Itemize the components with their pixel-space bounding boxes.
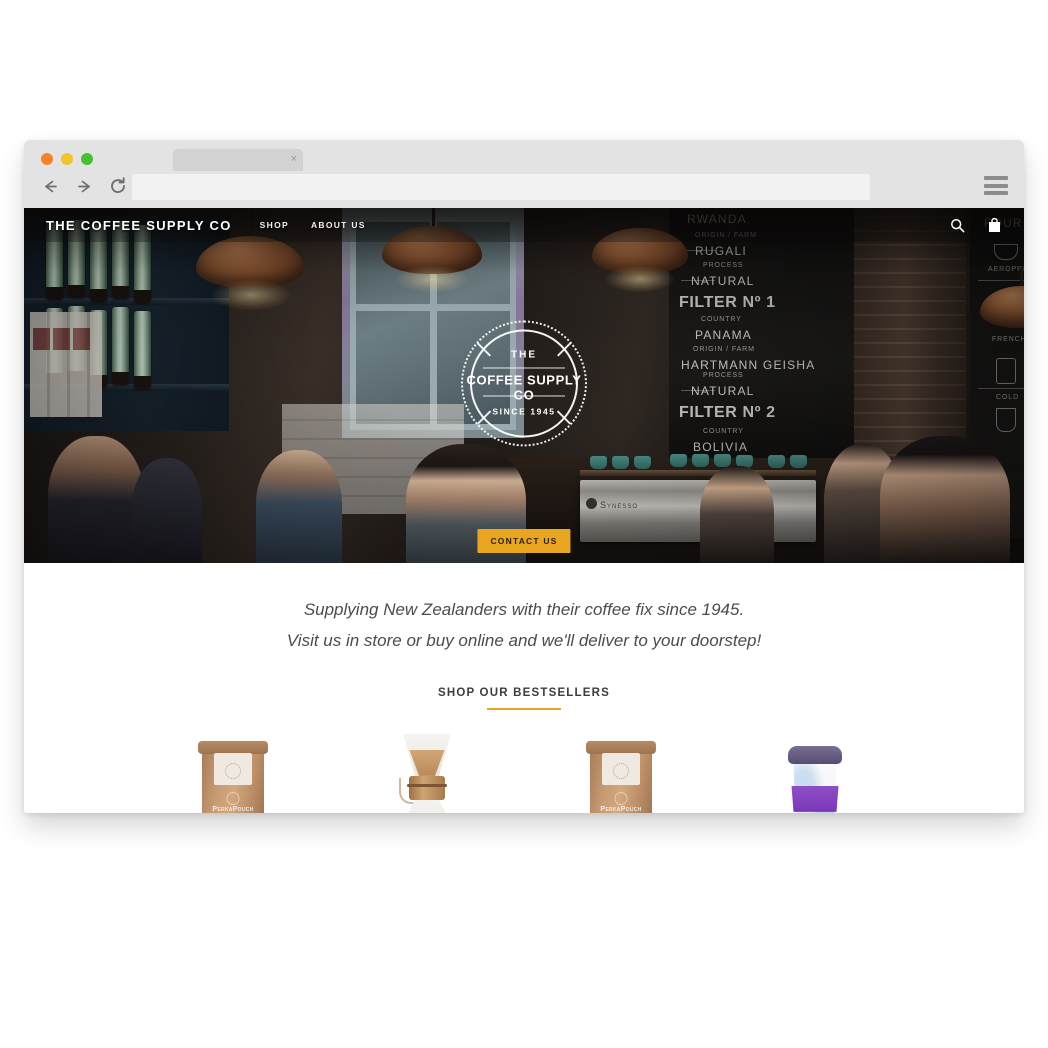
- product-card-chemex-brewer[interactable]: [352, 732, 502, 813]
- badge-since-text: SINCE 1945: [492, 405, 556, 416]
- tab-strip: ×: [173, 149, 303, 171]
- chemex-brewer-image: [395, 733, 459, 813]
- site-header: THE COFFEE SUPPLY CO SHOP ABOUT US: [24, 208, 1024, 242]
- bestsellers-heading: SHOP OUR BESTSELLERS: [437, 686, 611, 699]
- tab-close-icon[interactable]: ×: [291, 152, 297, 166]
- forward-arrow-icon[interactable]: [74, 176, 94, 196]
- tagline-line-2: Visit us in store or buy online and we'l…: [286, 630, 762, 650]
- window-traffic-lights: [41, 153, 93, 165]
- pouch-brand-label: PerkaPouch: [600, 805, 642, 813]
- badge-brand-name: COFFEE SUPPLY CO: [466, 371, 582, 402]
- address-bar[interactable]: [131, 173, 871, 201]
- browser-nav-controls: [40, 176, 128, 196]
- address-bar-input[interactable]: [132, 174, 870, 200]
- content-section: Supplying New Zealanders with their coff…: [24, 563, 1024, 813]
- page-viewport: RWANDA ORIGIN / FARM RUGALI PROCESS NATU…: [24, 208, 1024, 813]
- product-card-reusable-keep-cup[interactable]: [740, 732, 890, 813]
- maximize-window-button[interactable]: [81, 153, 93, 165]
- coffee-pouch-image: PerkaPouch: [586, 740, 656, 813]
- product-card-coffee-pouch-2[interactable]: PerkaPouch: [546, 732, 696, 813]
- reusable-keep-cup-image: [786, 745, 844, 813]
- product-card-coffee-pouch-1[interactable]: PerkaPouch: [158, 732, 308, 813]
- browser-tab[interactable]: ×: [173, 149, 303, 171]
- pouch-brand-label: PerkaPouch: [212, 805, 254, 813]
- nav-item-about-us[interactable]: ABOUT US: [311, 220, 366, 230]
- browser-chrome: ×: [24, 140, 1024, 208]
- badge-the-text: THE: [511, 348, 537, 360]
- header-actions: [950, 217, 1002, 233]
- reload-icon[interactable]: [108, 176, 128, 196]
- minimize-window-button[interactable]: [61, 153, 73, 165]
- back-arrow-icon[interactable]: [40, 176, 60, 196]
- browser-window: × THE COFFEE SUPPLY CO SHOP ABOUT US THE…: [24, 140, 1024, 813]
- close-window-button[interactable]: [41, 153, 53, 165]
- shopping-bag-icon[interactable]: [987, 217, 1002, 233]
- hero-section: RWANDA ORIGIN / FARM RUGALI PROCESS NATU…: [24, 208, 1024, 563]
- product-grid: PerkaPouch PerkaPouch: [24, 732, 1024, 813]
- search-icon[interactable]: [950, 218, 965, 233]
- site-logo[interactable]: THE COFFEE SUPPLY CO: [46, 218, 232, 233]
- brand-badge: THE COFFEE SUPPLY CO SINCE 1945: [461, 319, 587, 446]
- coffee-pouch-image: PerkaPouch: [198, 740, 268, 813]
- contact-us-button[interactable]: CONTACT US: [477, 529, 571, 553]
- tagline-line-1: Supplying New Zealanders with their coff…: [303, 600, 745, 619]
- hamburger-menu-icon[interactable]: [984, 176, 1008, 195]
- main-navigation: SHOP ABOUT US: [260, 220, 366, 230]
- bestsellers-underline: [487, 707, 561, 710]
- nav-item-shop[interactable]: SHOP: [260, 220, 289, 230]
